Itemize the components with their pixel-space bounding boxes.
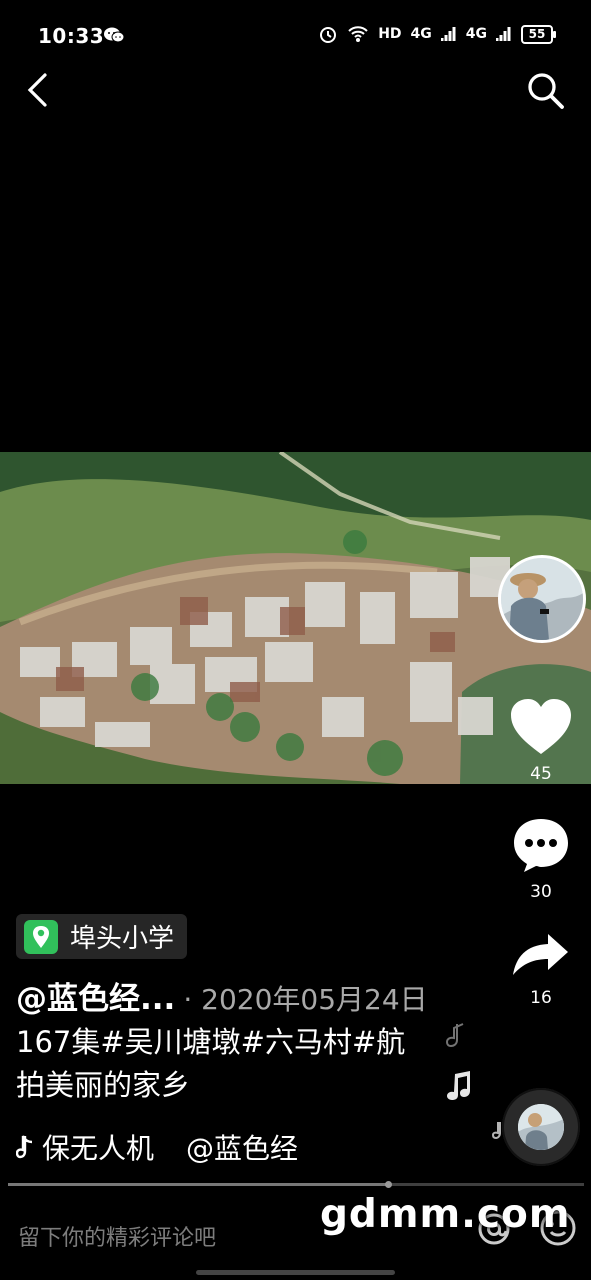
author-name[interactable]: @蓝色经...	[16, 973, 175, 1018]
video-progress-fill	[8, 1183, 389, 1186]
heart-icon	[511, 699, 571, 754]
music-author: @蓝色经	[186, 1132, 299, 1165]
like-count: 45	[530, 764, 552, 784]
share-button[interactable]: 16	[504, 930, 578, 1008]
home-indicator[interactable]	[196, 1270, 395, 1275]
status-bar: 10:33 HD 4G 4G 55	[0, 0, 591, 68]
location-pin-icon	[24, 919, 58, 954]
status-time: 10:33	[38, 24, 105, 48]
music-note-icon-large	[447, 1071, 470, 1100]
location-name: 埠头小学	[70, 924, 175, 954]
location-tag[interactable]: 埠头小学	[16, 914, 188, 959]
like-button[interactable]: 45	[504, 698, 578, 784]
music-disc[interactable]	[502, 1088, 580, 1166]
comment-icon	[514, 819, 568, 872]
video-progress-handle[interactable]	[385, 1181, 393, 1188]
music-note-icon	[446, 1023, 464, 1048]
wechat-icon	[104, 27, 125, 43]
post-date: · 2020年05月24日	[183, 983, 428, 1016]
status-indicators: HD 4G 4G 55	[318, 24, 556, 44]
comment-button[interactable]: 30	[504, 816, 578, 902]
author-avatar[interactable]	[498, 555, 586, 643]
search-icon[interactable]	[525, 70, 567, 112]
music-cover	[518, 1104, 564, 1150]
share-icon	[513, 934, 568, 975]
wifi-icon	[348, 26, 368, 42]
share-count: 16	[530, 988, 552, 1008]
author-avatar-image	[501, 558, 583, 640]
signal-4g-1: 4G	[410, 26, 432, 42]
music-row[interactable]: 保无人机 @蓝色经	[16, 1127, 298, 1167]
comment-count: 30	[530, 882, 552, 902]
author-row: @蓝色经... · 2020年05月24日	[16, 973, 428, 1018]
signal-bars-icon-2	[496, 27, 511, 41]
video-progress[interactable]	[8, 1181, 584, 1188]
watermark: gdmm.com	[320, 1192, 571, 1237]
battery-level: 55	[521, 24, 556, 44]
music-title: 保无人机	[42, 1132, 155, 1165]
music-icon	[16, 1135, 33, 1159]
signal-bars-icon	[440, 27, 456, 41]
comment-input[interactable]: 留下你的精彩评论吧	[18, 1220, 216, 1252]
video-caption[interactable]: 167集#吴川塘墩#六马村#航拍美丽的家乡	[16, 1021, 426, 1107]
signal-4g-2: 4G	[465, 26, 487, 42]
alarm-icon	[320, 27, 337, 43]
back-icon[interactable]	[20, 70, 56, 110]
network-label: HD	[378, 26, 402, 42]
